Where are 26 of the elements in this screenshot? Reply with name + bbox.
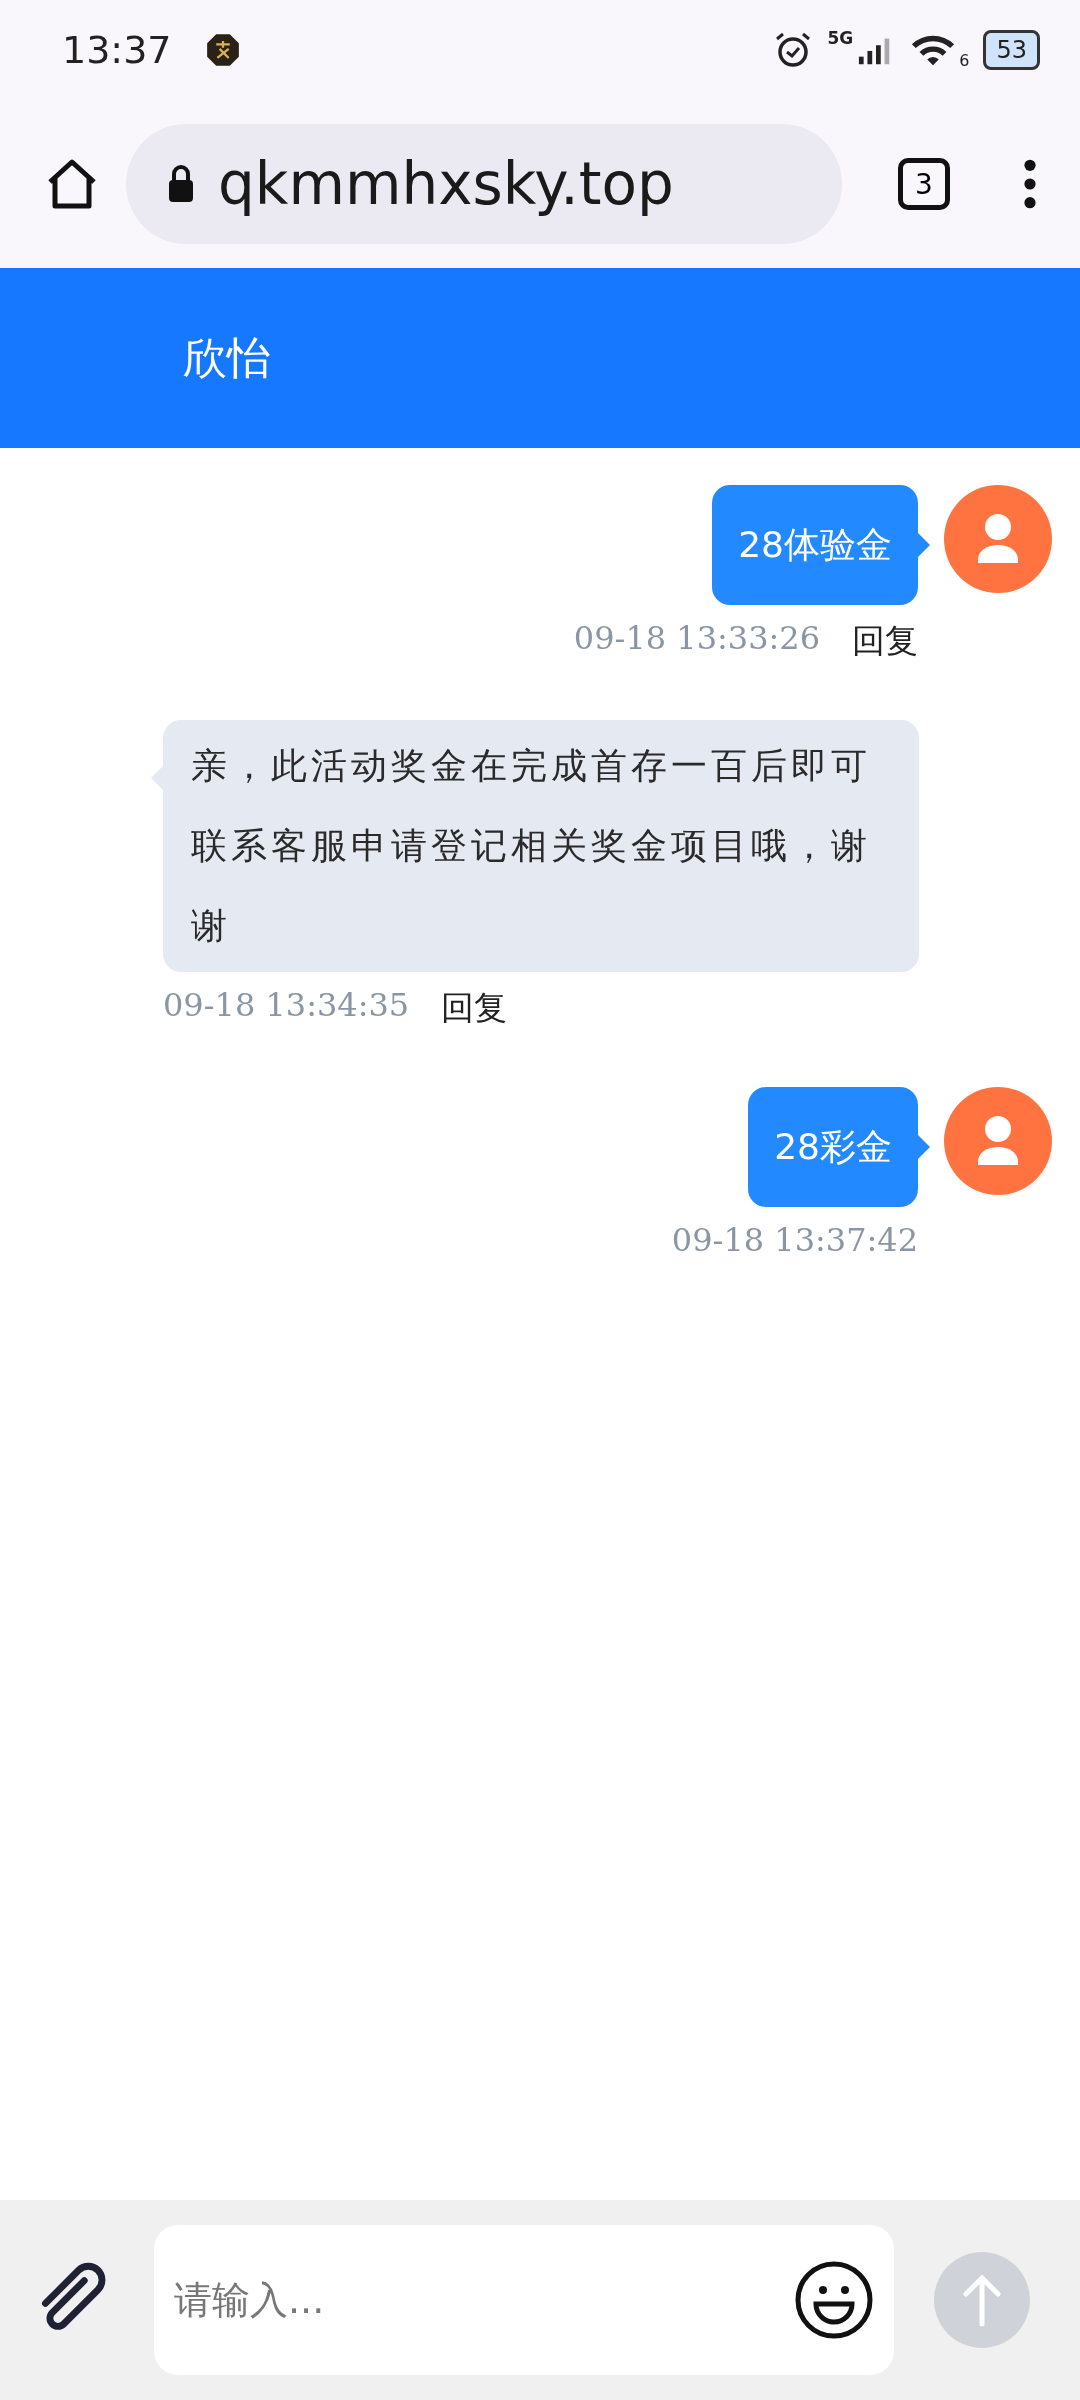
reply-link[interactable]: 回复 xyxy=(441,986,508,1031)
message-input[interactable]: 请输入... xyxy=(172,2277,794,2323)
message-bubble: 亲，此活动奖金在完成首存一百后即可联系客服申请登记相关奖金项目哦，谢谢 xyxy=(163,720,919,972)
bubble-tail xyxy=(918,1135,930,1159)
bubble-tail xyxy=(151,766,163,790)
address-bar[interactable]: qkmmhxsky.top xyxy=(126,124,842,244)
emoji-icon[interactable] xyxy=(794,2260,874,2340)
status-time: 13:37 xyxy=(62,28,172,72)
app-notification-icon xyxy=(205,33,240,67)
message-time: 09-18 13:33:26 xyxy=(573,619,820,659)
lock-icon xyxy=(166,164,196,204)
bubble-tail xyxy=(918,533,930,557)
message-bubble: 28彩金 xyxy=(748,1087,918,1207)
battery-indicator: 53 xyxy=(983,30,1040,70)
contact-name: 欣怡 xyxy=(183,330,271,385)
message-field[interactable]: 请输入... xyxy=(154,2225,894,2375)
avatar-icon xyxy=(944,485,1052,593)
message-bubble: 28体验金 xyxy=(712,485,918,605)
tab-count-button[interactable]: 3 xyxy=(898,158,950,210)
wifi-standard-label: 6 xyxy=(959,50,970,70)
url-text: qkmmhxsky.top xyxy=(218,150,674,218)
message-time: 09-18 13:37:42 xyxy=(671,1221,918,1259)
network-type: 5G xyxy=(827,28,854,48)
message-time: 09-18 13:34:35 xyxy=(163,986,410,1026)
reply-link[interactable]: 回复 xyxy=(852,619,918,664)
avatar-icon xyxy=(944,1087,1052,1195)
